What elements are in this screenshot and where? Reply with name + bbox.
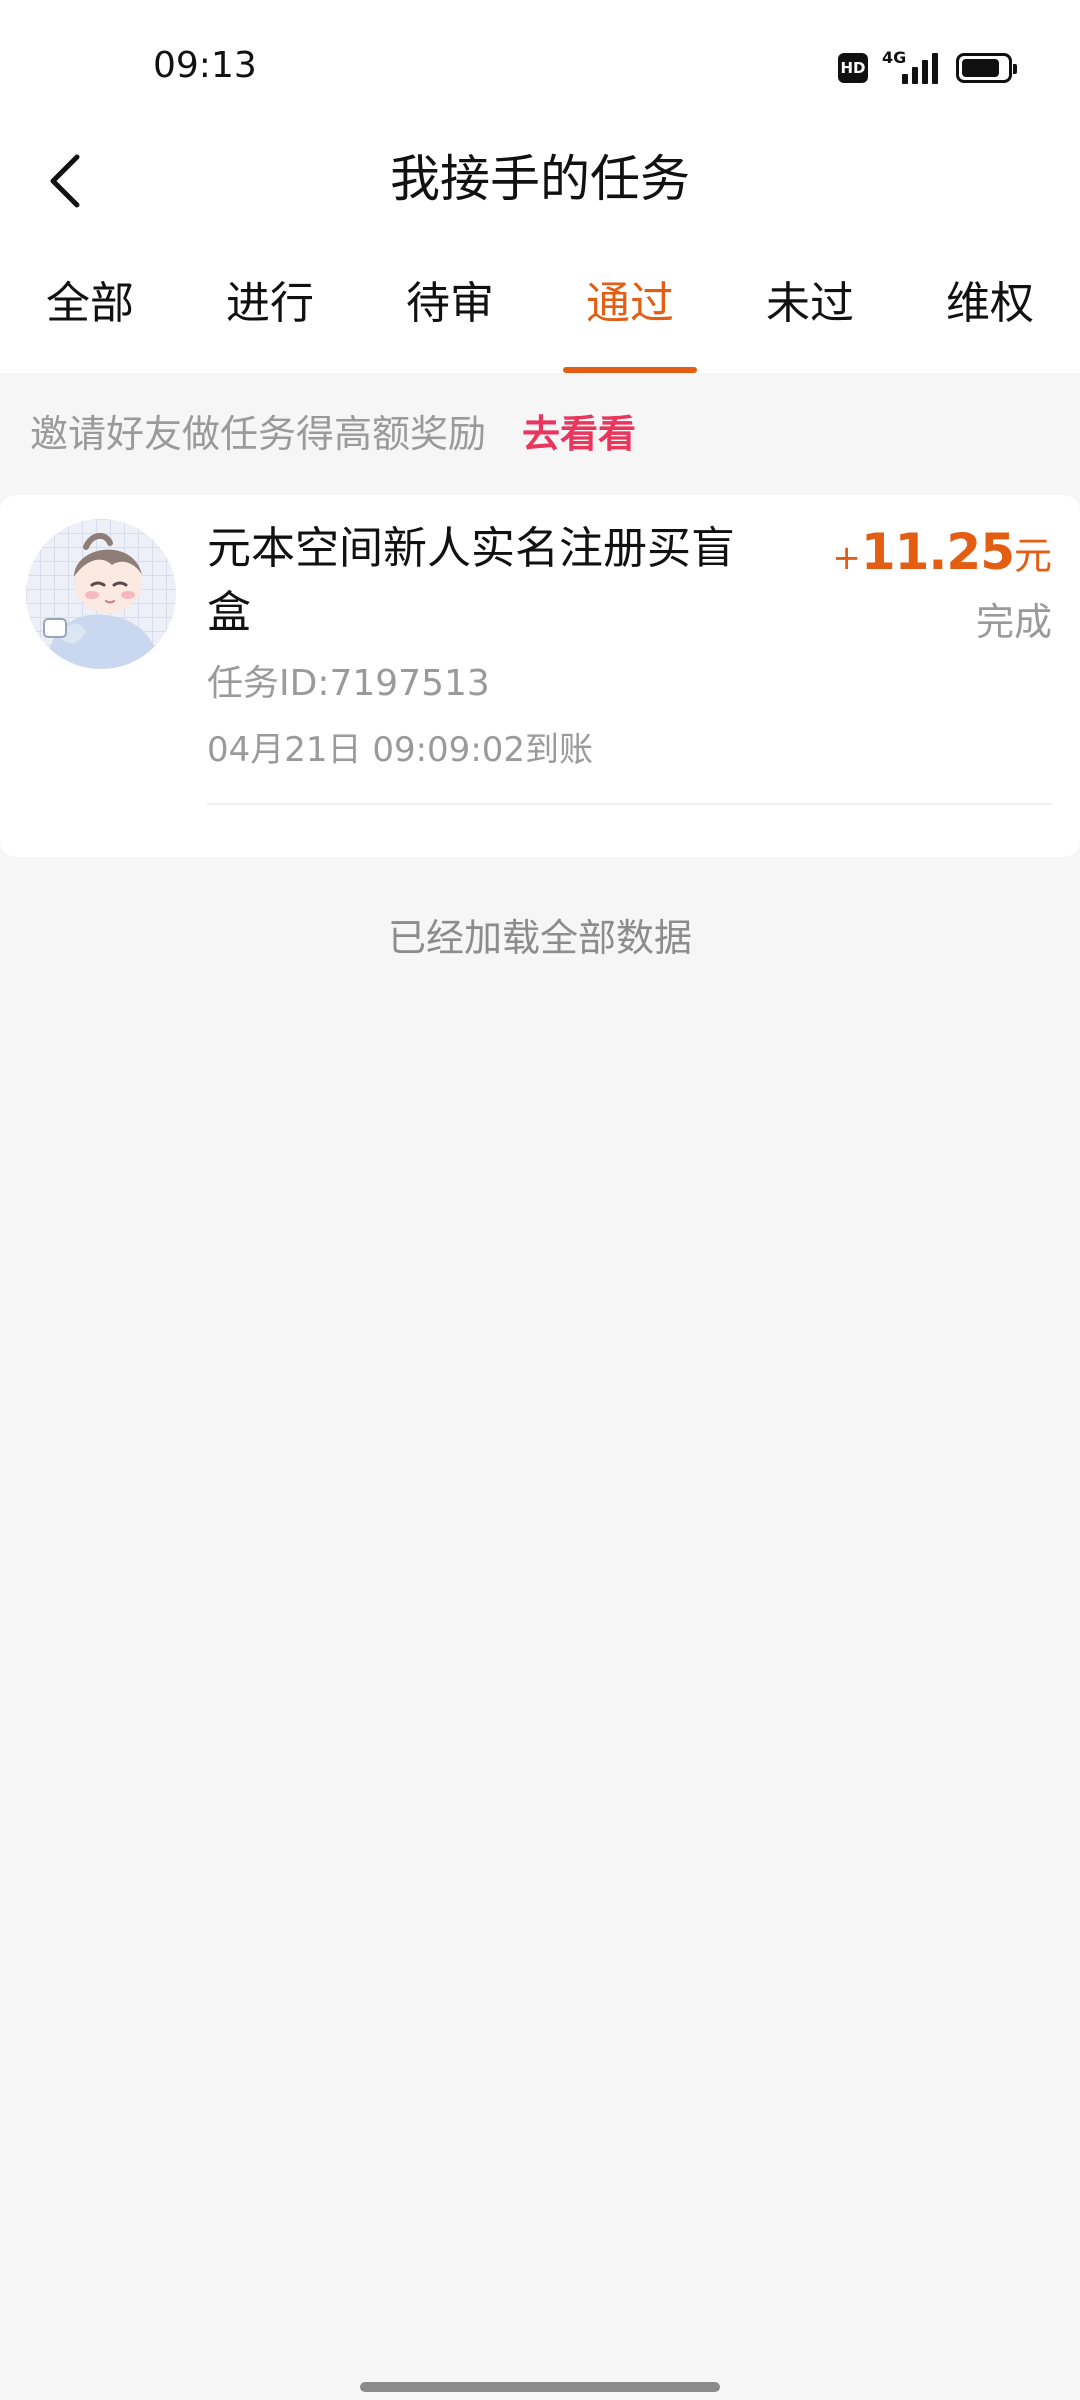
signal-bars — [902, 53, 938, 84]
amount-value: 11.25 — [860, 523, 1015, 581]
amount-sign: + — [832, 538, 861, 578]
invite-link[interactable]: 去看看 — [522, 409, 636, 459]
end-of-list-text: 已经加载全部数据 — [387, 916, 692, 960]
task-id: 任务ID:7197513 — [207, 663, 490, 704]
tab-bar: 全部 进行 待审 通过 未过 维权 — [0, 258, 1080, 373]
tab-all[interactable]: 全部 — [0, 258, 180, 373]
invite-text: 邀请好友做任务得高额奖励 — [30, 412, 487, 456]
task-card[interactable]: 元本空间新人实名注册买盲盒 任务ID:7197513 04月21日 09:09:… — [0, 495, 1080, 857]
tab-in-progress[interactable]: 进行 — [180, 258, 360, 373]
tab-rejected[interactable]: 未过 — [720, 258, 900, 373]
amount-unit: 元 — [1013, 534, 1052, 578]
task-amount: + 11.25 元 — [832, 525, 1052, 583]
invite-banner: 邀请好友做任务得高额奖励 去看看 — [0, 373, 1080, 495]
signal-icon: 4G — [882, 48, 942, 86]
tab-pending-review[interactable]: 待审 — [360, 258, 540, 373]
top-panel: 09:13 HD 4G 我接手的任务 全部 进行 待审 通过 未过 维权 — [0, 0, 1080, 373]
tab-approved[interactable]: 通过 — [540, 258, 720, 373]
task-status: 完成 — [975, 600, 1052, 644]
hd-icon: HD — [838, 53, 868, 83]
header: 我接手的任务 — [0, 130, 1080, 230]
battery-icon — [956, 53, 1017, 83]
task-credited-time: 04月21日 09:09:02到账 — [207, 730, 594, 770]
status-icons: HD 4G — [838, 48, 1017, 86]
page-title: 我接手的任务 — [390, 150, 690, 208]
task-title: 元本空间新人实名注册买盲盒 — [207, 523, 735, 638]
status-time: 09:13 — [153, 45, 257, 86]
card-divider — [207, 803, 1052, 805]
tab-dispute[interactable]: 维权 — [900, 258, 1080, 373]
status-bar: 09:13 HD 4G — [0, 0, 1080, 130]
screen: 09:13 HD 4G 我接手的任务 全部 进行 待审 通过 未过 维权 邀请好… — [0, 0, 1080, 2400]
battery-fill — [962, 59, 999, 77]
avatar — [26, 519, 176, 669]
avatar-illustration — [26, 519, 176, 669]
home-indicator[interactable] — [360, 2382, 720, 2392]
